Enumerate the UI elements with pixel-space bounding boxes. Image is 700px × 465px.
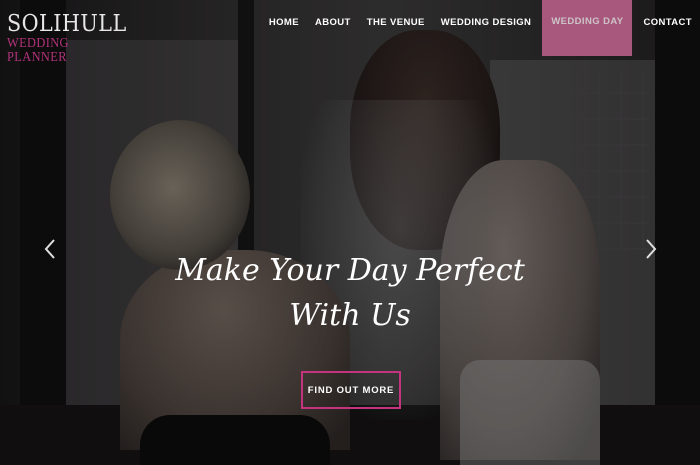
nav-item-the-venue[interactable]: THE VENUE: [359, 0, 433, 44]
hero-headline: Make Your Day Perfect With Us: [0, 248, 700, 338]
site-logo[interactable]: SOLIHULL WEDDING PLANNER: [7, 12, 127, 64]
main-nav: HOME ABOUT THE VENUE WEDDING DESIGN WEDD…: [261, 0, 700, 56]
nav-item-wedding-day[interactable]: WEDDING DAY: [542, 0, 633, 56]
logo-title: SOLIHULL: [7, 11, 127, 37]
nav-item-wedding-design[interactable]: WEDDING DESIGN: [433, 0, 540, 44]
nav-item-about[interactable]: ABOUT: [307, 0, 359, 44]
hero-headline-line1: Make Your Day Perfect: [175, 253, 525, 288]
nav-item-home[interactable]: HOME: [261, 0, 307, 44]
nav-item-contact[interactable]: CONTACT: [635, 0, 700, 44]
hero-headline-line2: With Us: [289, 298, 411, 333]
find-out-more-button[interactable]: FIND OUT MORE: [301, 371, 401, 409]
logo-subtitle: WEDDING PLANNER: [7, 35, 69, 64]
